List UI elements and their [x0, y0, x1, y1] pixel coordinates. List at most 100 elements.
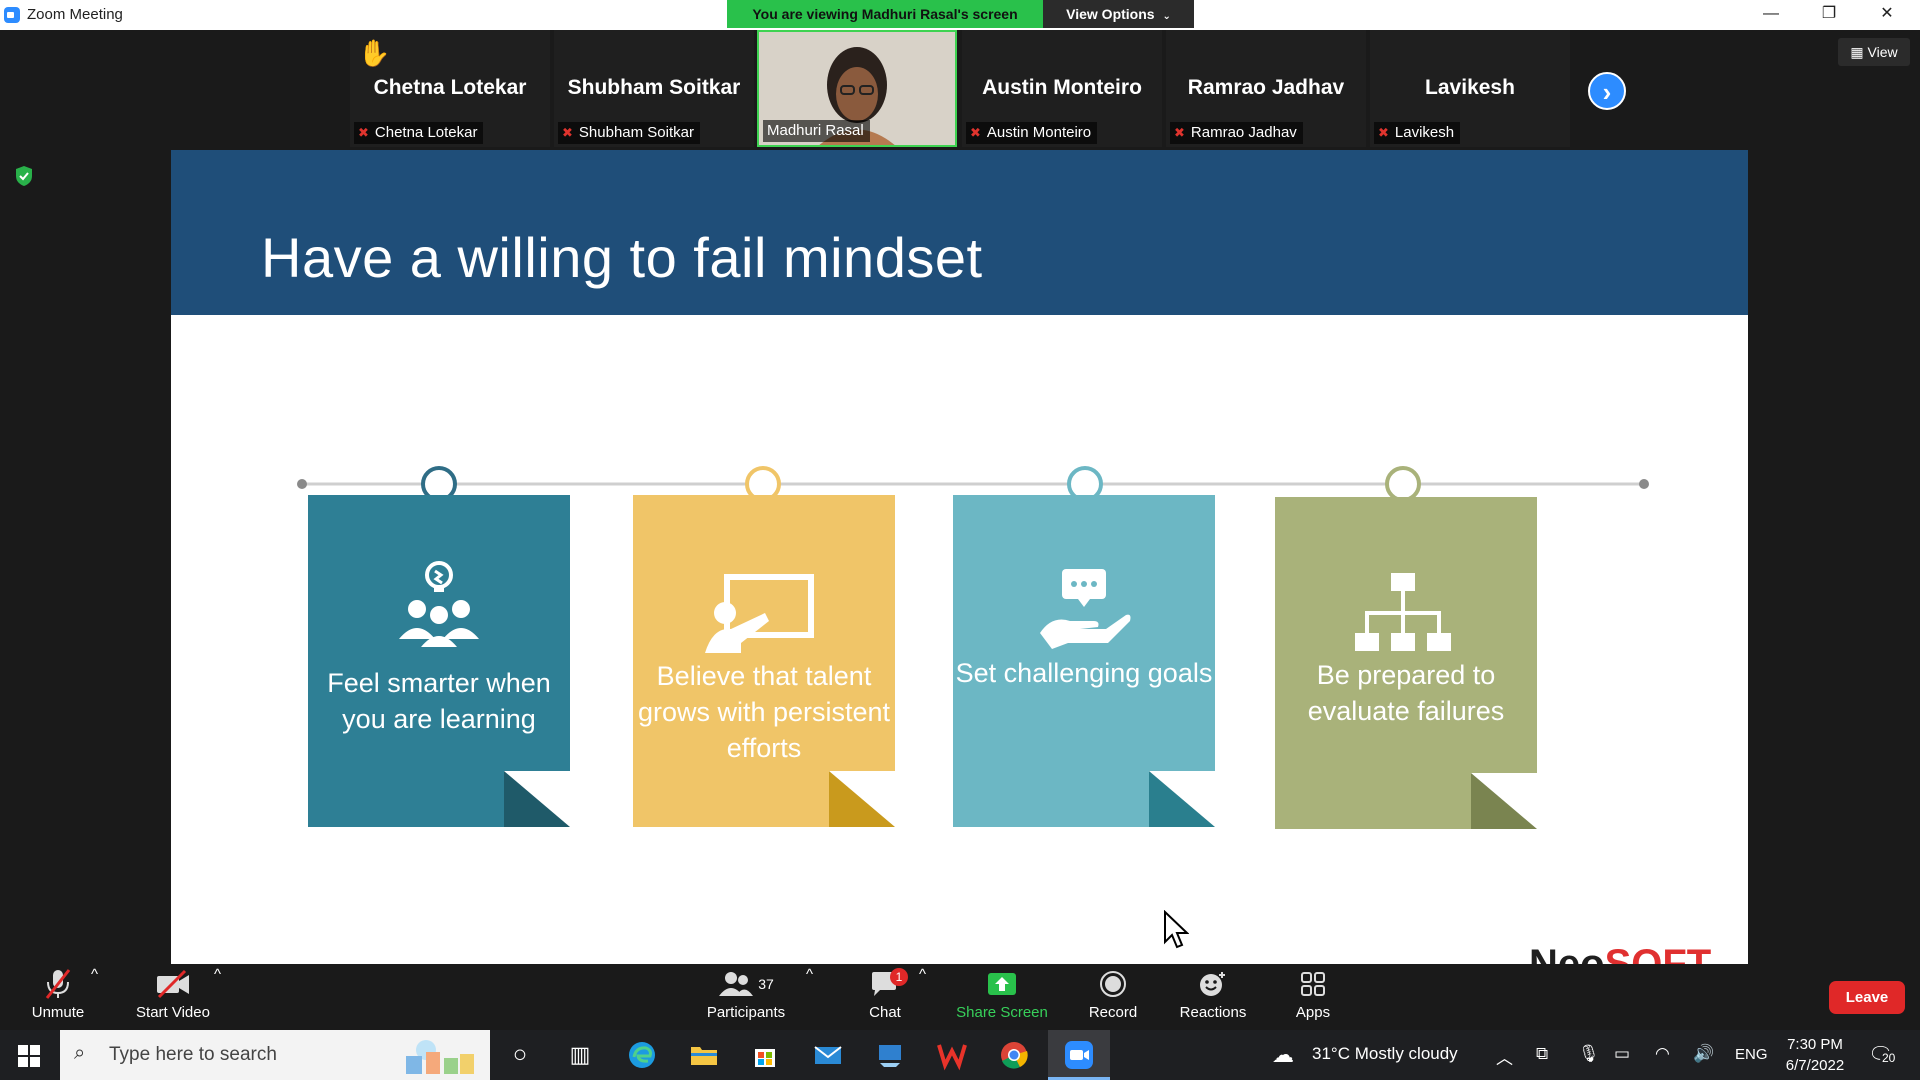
- task-view-icon[interactable]: ▥: [564, 1039, 596, 1071]
- participant-video-tile[interactable]: Madhuri Rasal: [757, 30, 957, 147]
- next-page-button[interactable]: ›: [1588, 72, 1626, 110]
- timeline-start-dot: [297, 479, 307, 489]
- card-fold: [504, 771, 570, 827]
- participant-tile[interactable]: Austin Monteiro ✖ Austin Monteiro: [962, 30, 1162, 147]
- close-button[interactable]: ✕: [1858, 0, 1916, 30]
- view-options-label: View Options: [1066, 6, 1155, 22]
- battery-icon[interactable]: ▭: [1614, 1044, 1630, 1064]
- microsoft-store-icon[interactable]: [749, 1039, 781, 1071]
- apps-label: Apps: [1295, 1004, 1331, 1021]
- view-options-button[interactable]: View Options ⌄: [1043, 0, 1194, 28]
- unmute-label: Unmute: [31, 1004, 85, 1021]
- input-language[interactable]: ENG: [1735, 1046, 1768, 1063]
- taskbar-search-box[interactable]: ⌕ Type here to search: [60, 1030, 490, 1080]
- reactions-label: Reactions: [1179, 1004, 1247, 1021]
- card-fold: [1149, 771, 1215, 827]
- windows-start-icon[interactable]: [18, 1045, 40, 1067]
- participant-tile[interactable]: ✋ Chetna Lotekar ✖ Chetna Lotekar: [350, 30, 550, 147]
- slide-card: Be prepared to evaluate failures: [1275, 497, 1537, 829]
- mic-muted-icon: ✖: [358, 125, 369, 140]
- audio-options-caret[interactable]: ^: [91, 966, 98, 1030]
- participant-name: Chetna Lotekar: [374, 124, 478, 141]
- close-icon: ✕: [1880, 5, 1894, 22]
- clock-date: 6/7/2022: [1785, 1057, 1845, 1074]
- record-icon: [1100, 971, 1126, 997]
- video-options-caret[interactable]: ^: [214, 966, 221, 1030]
- search-icon: ⌕: [74, 1042, 86, 1064]
- search-highlight-illustration-icon: [406, 1040, 474, 1074]
- participant-name: Madhuri Rasal: [767, 122, 864, 139]
- share-screen-label: Share Screen: [956, 1004, 1048, 1021]
- share-screen-button[interactable]: Share Screen: [950, 966, 1054, 1030]
- participant-name: Lavikesh: [1394, 124, 1455, 141]
- slide-card: Believe that talent grows with persisten…: [633, 495, 895, 827]
- neosoft-logo: NeoSOFT: [1529, 942, 1711, 964]
- unmute-button[interactable]: Unmute: [18, 966, 98, 1030]
- remote-desktop-icon[interactable]: [874, 1039, 906, 1071]
- minimize-icon: —: [1763, 5, 1779, 22]
- participants-label: Participants: [706, 1004, 786, 1021]
- taskbar-clock[interactable]: 7:30 PM 6/7/2022: [1775, 1034, 1855, 1076]
- weather-cloud-icon: ☁: [1272, 1042, 1294, 1067]
- weather-text[interactable]: 31°C Mostly cloudy: [1312, 1044, 1458, 1064]
- card-fold: [829, 771, 895, 827]
- meeting-toolbar: Unmute ^ Start Video ^ 37 Participants ^…: [0, 966, 1920, 1030]
- start-video-button[interactable]: Start Video: [128, 966, 218, 1030]
- card-text: Set challenging goals: [955, 658, 1213, 688]
- view-layout-button[interactable]: ▦ View: [1838, 38, 1910, 66]
- volume-icon[interactable]: 🔊: [1693, 1044, 1714, 1064]
- participant-display-name: Chetna Lotekar: [373, 76, 527, 99]
- cortana-icon[interactable]: ○: [504, 1039, 536, 1071]
- mouse-cursor-icon: [1164, 910, 1189, 949]
- restore-button[interactable]: ❐: [1800, 0, 1858, 30]
- apps-button[interactable]: Apps: [1278, 966, 1348, 1030]
- chrome-browser-icon[interactable]: [998, 1039, 1030, 1071]
- card-text: Feel smarter when you are learning: [327, 668, 551, 734]
- participant-display-name: Shubham Soitkar: [567, 76, 741, 99]
- notification-center-button[interactable]: 🗨 20: [1866, 1042, 1900, 1068]
- wifi-icon[interactable]: ◠: [1655, 1044, 1670, 1064]
- tray-chevron-up-icon[interactable]: ︿: [1496, 1044, 1513, 1069]
- participant-name-label: ✖ Shubham Soitkar: [558, 122, 700, 144]
- slide-title: Have a willing to fail mindset: [261, 226, 983, 289]
- chevron-right-icon: ›: [1602, 77, 1612, 107]
- mail-icon[interactable]: [812, 1039, 844, 1071]
- raised-hand-icon: ✋: [358, 38, 391, 68]
- timeline-node: [1385, 466, 1421, 502]
- clock-time: 7:30 PM: [1787, 1036, 1843, 1053]
- participants-options-caret[interactable]: ^: [806, 966, 813, 1030]
- chat-button[interactable]: 1 Chat: [850, 966, 920, 1030]
- participants-button[interactable]: 37 Participants: [700, 966, 792, 1030]
- card-fold: [1471, 773, 1537, 829]
- participant-name-label: ✖ Austin Monteiro: [966, 122, 1098, 144]
- restore-icon: ❐: [1821, 5, 1837, 22]
- record-button[interactable]: Record: [1078, 966, 1148, 1030]
- participant-tile[interactable]: Lavikesh ✖ Lavikesh: [1370, 30, 1570, 147]
- microphone-tray-icon[interactable]: 🎙: [1578, 1044, 1600, 1064]
- participant-tile[interactable]: Shubham Soitkar ✖ Shubham Soitkar: [554, 30, 754, 147]
- presentation-board-icon: [705, 574, 814, 653]
- minimize-button[interactable]: —: [1742, 0, 1800, 30]
- participants-count: 37: [758, 976, 774, 992]
- file-explorer-icon[interactable]: [688, 1039, 720, 1071]
- start-video-label: Start Video: [136, 1004, 210, 1021]
- mic-muted-icon: ✖: [1174, 125, 1185, 140]
- card-text: Be prepared to evaluate failures: [1307, 660, 1505, 726]
- logo-part-soft: SOFT: [1604, 942, 1712, 964]
- meet-now-icon[interactable]: ⧉: [1536, 1044, 1548, 1064]
- edge-browser-icon[interactable]: [626, 1039, 658, 1071]
- participant-name-label: ✖ Lavikesh: [1374, 122, 1461, 144]
- windows-taskbar: ⌕ Type here to search ○ ▥ ☁ 31°C Mostly …: [0, 1030, 1920, 1080]
- encryption-shield-icon[interactable]: [14, 165, 34, 187]
- shared-screen-slide: Have a willing to fail mindset Feel smar…: [171, 150, 1748, 964]
- reactions-button[interactable]: Reactions: [1172, 966, 1254, 1030]
- zoom-app-icon: [4, 7, 20, 23]
- wps-office-icon[interactable]: [936, 1039, 968, 1071]
- zoom-taskbar-item[interactable]: [1048, 1030, 1110, 1080]
- team-idea-icon: [399, 561, 479, 647]
- hand-chat-icon: [1040, 569, 1131, 649]
- leave-button[interactable]: Leave: [1829, 981, 1905, 1014]
- reactions-icon: [1200, 972, 1225, 996]
- chat-options-caret[interactable]: ^: [919, 966, 926, 1030]
- participant-tile[interactable]: Ramrao Jadhav ✖ Ramrao Jadhav: [1166, 30, 1366, 147]
